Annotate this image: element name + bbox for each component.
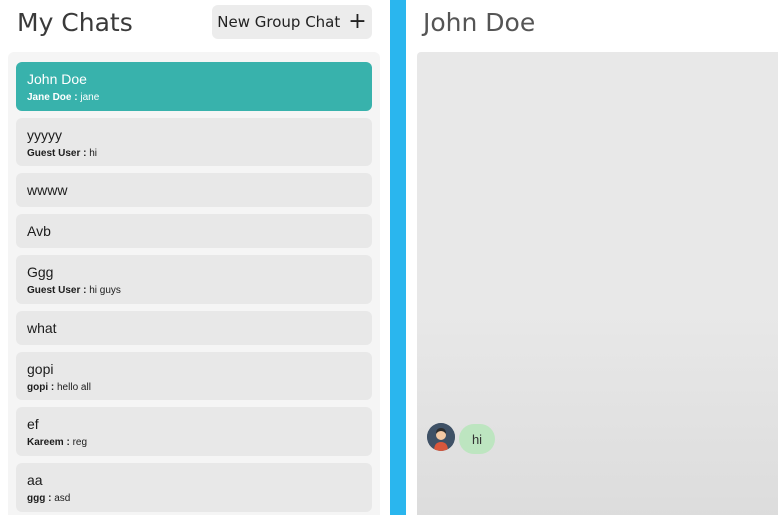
latest-text: reg xyxy=(72,437,88,448)
page-title: My Chats xyxy=(17,8,133,37)
chat-item-avb[interactable]: Avb xyxy=(16,214,372,248)
latest-sender: ggg : xyxy=(27,493,52,504)
chat-name: what xyxy=(27,320,57,336)
chat-latest-message: gopi : hello all xyxy=(27,382,91,393)
message-text: hi xyxy=(471,431,483,447)
chat-item-yyyyy[interactable]: yyyyy Guest User : hi xyxy=(16,118,372,166)
latest-text: asd xyxy=(54,493,71,504)
plus-icon: + xyxy=(348,9,367,34)
chat-name: John Doe xyxy=(27,71,87,87)
chat-latest-message: Jane Doe : jane xyxy=(27,92,99,103)
chat-name: aa xyxy=(27,472,43,488)
new-group-chat-label: New Group Chat xyxy=(217,13,341,31)
latest-sender: Jane Doe : xyxy=(27,92,78,103)
latest-text: jane xyxy=(80,92,100,103)
messages-area[interactable]: hi xyxy=(417,52,778,515)
chat-name: Ggg xyxy=(27,264,54,280)
chat-title: John Doe xyxy=(423,8,536,37)
latest-text: hi xyxy=(89,148,98,159)
latest-text: hello all xyxy=(57,382,91,393)
latest-sender: Kareem : xyxy=(27,437,70,448)
chat-latest-message: Guest User : hi xyxy=(27,148,97,159)
panel-divider xyxy=(390,0,406,515)
latest-sender: Guest User : xyxy=(27,285,87,296)
user-avatar-icon xyxy=(427,423,455,451)
chat-name: gopi xyxy=(27,361,54,377)
chat-name: wwww xyxy=(27,182,68,198)
chat-item-gopi[interactable]: gopi gopi : hello all xyxy=(16,352,372,400)
avatar[interactable] xyxy=(427,423,455,451)
latest-text: hi guys xyxy=(89,285,121,296)
latest-sender: gopi : xyxy=(27,382,55,393)
chat-latest-message: ggg : asd xyxy=(27,493,70,504)
chat-item-what[interactable]: what xyxy=(16,311,372,345)
chat-name: ef xyxy=(27,416,39,432)
chat-name: yyyyy xyxy=(27,127,62,143)
new-group-chat-button[interactable]: New Group Chat + xyxy=(212,5,372,39)
chat-item-wwww[interactable]: wwww xyxy=(16,173,372,207)
chat-item-ef[interactable]: ef Kareem : reg xyxy=(16,407,372,456)
chat-name: Avb xyxy=(27,223,51,239)
chat-list-header: My Chats New Group Chat + xyxy=(0,0,390,44)
chat-panel: John Doe hi xyxy=(406,0,778,515)
latest-sender: Guest User : xyxy=(27,148,87,159)
chat-item-aa[interactable]: aa ggg : asd xyxy=(16,463,372,512)
chat-item-john-doe[interactable]: John Doe Jane Doe : jane xyxy=(16,62,372,111)
chat-item-ggg[interactable]: Ggg Guest User : hi guys xyxy=(16,255,372,304)
message-bubble: hi xyxy=(459,424,495,454)
chat-latest-message: Kareem : reg xyxy=(27,437,87,448)
chat-list-panel: My Chats New Group Chat + John Doe Jane … xyxy=(0,0,390,515)
chat-latest-message: Guest User : hi guys xyxy=(27,285,121,296)
